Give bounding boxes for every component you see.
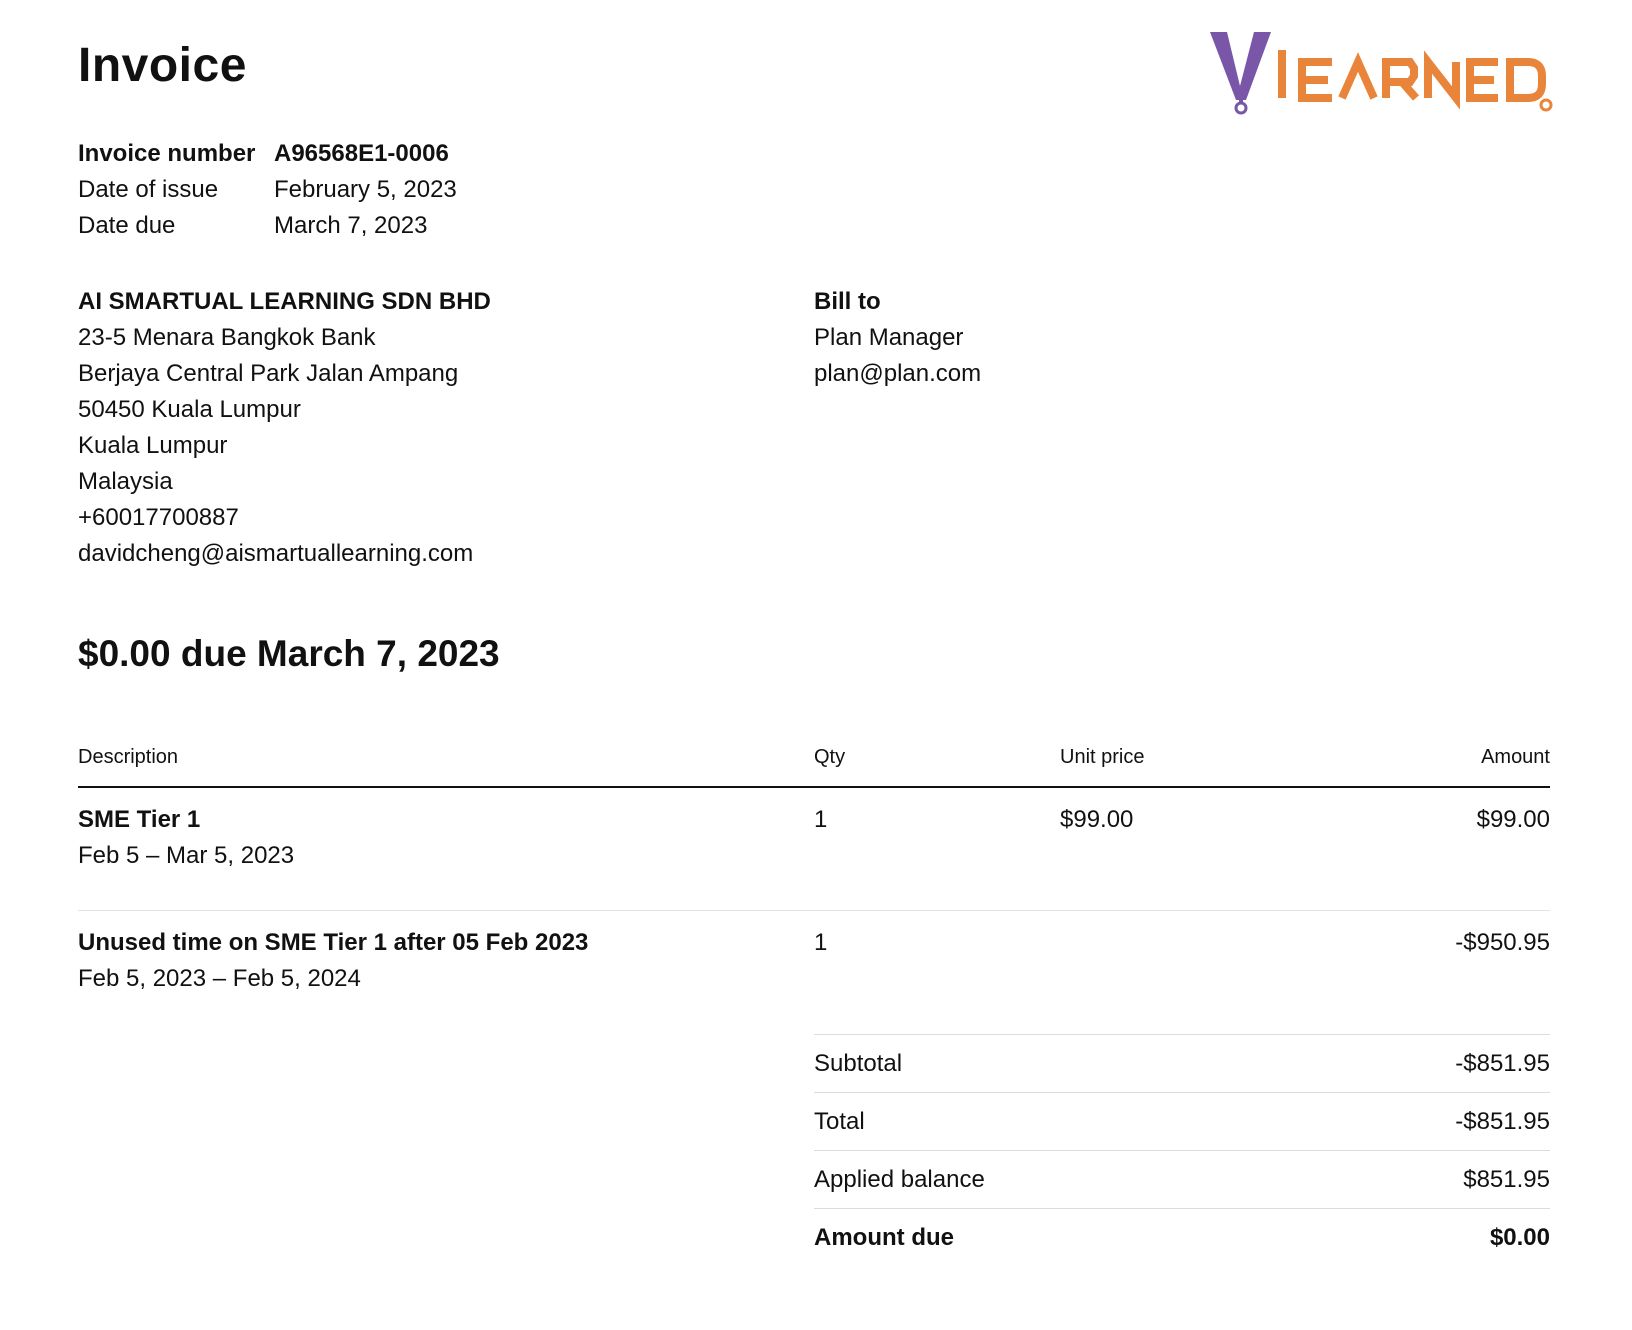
subtotal-row: Subtotal -$851.95 [814,1034,1550,1092]
invoice-page: Invoice Invoice number A96568E1-0006 Dat… [0,0,1632,1330]
item-period: Feb 5 – Mar 5, 2023 [78,842,295,869]
line-items-header: Description Qty Unit price Amount [78,742,1550,788]
seller-address-line: Berjaya Central Park Jalan Ampang [78,360,459,387]
vlearned-logo [1210,32,1553,115]
amount-header: Amount [1481,746,1550,768]
item-title: Unused time on SME Tier 1 after 05 Feb 2… [78,929,589,956]
amount-due-value: $0.00 [1489,1224,1550,1251]
date-of-issue-label: Date of issue [78,176,219,203]
amount-due-row: Amount due $0.00 [814,1208,1550,1266]
subtotal-value: -$851.95 [1455,1050,1550,1077]
amount-due-label: Amount due [814,1224,954,1251]
bill-to-heading: Bill to [814,288,881,315]
seller-address: AI SMARTUAL LEARNING SDN BHD 23-5 Menara… [78,284,491,572]
date-due-row: Date due March 7, 2023 [78,208,457,244]
line-items-table: Description Qty Unit price Amount SME Ti… [78,742,1550,1033]
date-of-issue-row: Date of issue February 5, 2023 [78,172,457,208]
seller-address-line: 23-5 Menara Bangkok Bank [78,324,376,351]
invoice-meta: Invoice number A96568E1-0006 Date of iss… [78,136,457,244]
date-due-label: Date due [78,212,176,239]
item-qty: 1 [814,806,828,833]
bill-to-email: plan@plan.com [814,360,982,387]
page-title: Invoice [78,39,247,92]
invoice-number-label: Invoice number [78,140,256,167]
totals-summary: Subtotal -$851.95 Total -$851.95 Applied… [814,1034,1550,1266]
item-amount: -$950.95 [1455,929,1550,956]
seller-name: AI SMARTUAL LEARNING SDN BHD [78,288,491,315]
item-amount: $99.00 [1476,806,1550,833]
seller-phone: +60017700887 [78,504,239,531]
bill-to-name: Plan Manager [814,324,964,351]
item-description: SME Tier 1 Feb 5 – Mar 5, 2023 [78,802,294,874]
table-row: SME Tier 1 Feb 5 – Mar 5, 2023 1 $99.00 … [78,788,1550,910]
date-of-issue-value: February 5, 2023 [274,176,457,203]
item-period: Feb 5, 2023 – Feb 5, 2024 [78,965,361,992]
date-due-value: March 7, 2023 [274,212,428,239]
subtotal-label: Subtotal [814,1050,903,1077]
seller-address-line: 50450 Kuala Lumpur [78,396,301,423]
item-qty: 1 [814,929,828,956]
total-row: Total -$851.95 [814,1092,1550,1150]
bill-to: Bill to Plan Manager plan@plan.com [814,284,981,392]
item-unit-price: $99.00 [1060,806,1134,833]
applied-balance-value: $851.95 [1463,1166,1550,1193]
applied-balance-row: Applied balance $851.95 [814,1150,1550,1208]
total-value: -$851.95 [1455,1108,1550,1135]
invoice-number-row: Invoice number A96568E1-0006 [78,136,457,172]
unit-price-header: Unit price [1060,746,1145,768]
description-header: Description [78,746,179,768]
amount-due-headline: $0.00 due March 7, 2023 [78,633,500,674]
item-description: Unused time on SME Tier 1 after 05 Feb 2… [78,925,588,997]
total-label: Total [814,1108,865,1135]
item-title: SME Tier 1 [78,806,201,833]
seller-country: Malaysia [78,468,173,495]
table-row: Unused time on SME Tier 1 after 05 Feb 2… [78,910,1550,1033]
seller-address-line: Kuala Lumpur [78,432,228,459]
seller-email: davidcheng@aismartuallearning.com [78,540,474,567]
qty-header: Qty [814,746,846,768]
applied-balance-label: Applied balance [814,1166,985,1193]
invoice-number-value: A96568E1-0006 [274,140,449,167]
